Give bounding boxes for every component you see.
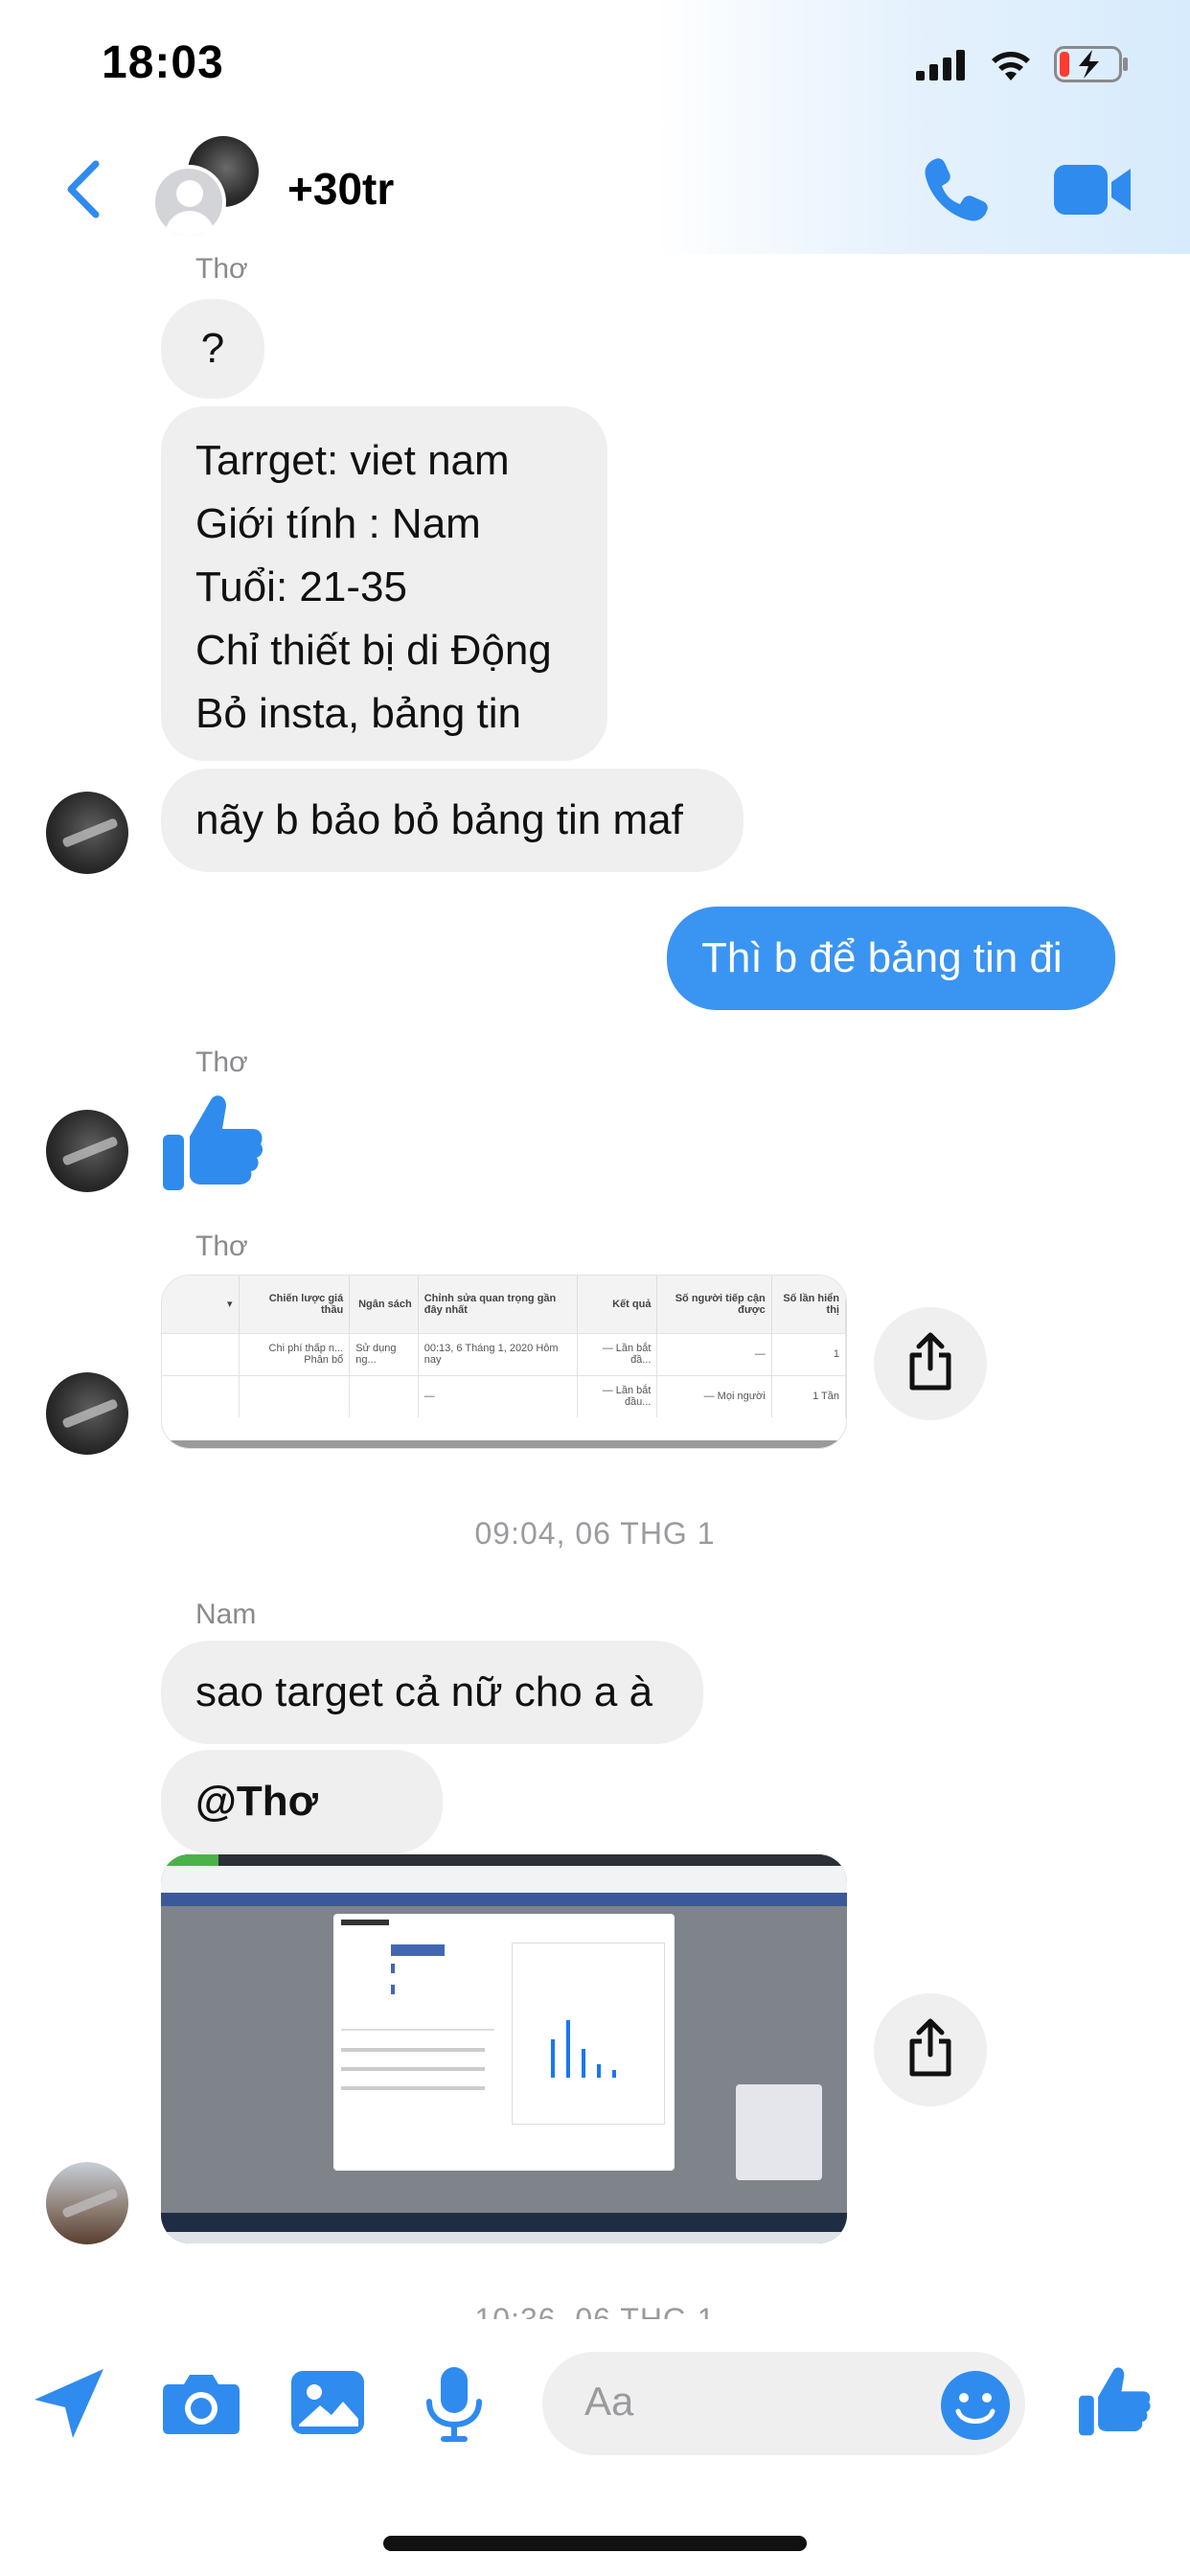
- bar: [566, 2020, 570, 2078]
- table-cell: [349, 1374, 419, 1417]
- sender-name: Thơ: [195, 1046, 248, 1078]
- cellular-signal-icon: [916, 50, 965, 80]
- message-bubble[interactable]: Tarrget: viet nam Giới tính : Nam Tuổi: …: [161, 406, 607, 761]
- share-button[interactable]: [874, 1993, 987, 2106]
- emoji-icon[interactable]: [939, 2369, 1012, 2442]
- camera-icon[interactable]: [161, 2363, 241, 2444]
- browser-tabs: [161, 1854, 847, 1866]
- image-edge: [162, 1440, 846, 1448]
- timestamp: 09:04, 06 THG 1: [474, 1516, 716, 1551]
- active-tab: [161, 1854, 218, 1866]
- bar: [391, 1944, 445, 1956]
- results-dialog: [333, 1914, 675, 2171]
- thumbs-up-icon[interactable]: [163, 1089, 264, 1192]
- text-line: [341, 2086, 485, 2090]
- own-message-bubble[interactable]: Thì b để bảng tin đi: [667, 907, 1115, 1010]
- message-bubble[interactable]: ?: [161, 299, 264, 399]
- table-header: Chiến lược giá thầu: [239, 1276, 351, 1333]
- sender-avatar[interactable]: [46, 1110, 128, 1192]
- sender-avatar[interactable]: [46, 2162, 128, 2244]
- table-header: Kết quả: [577, 1276, 658, 1333]
- text-line: [341, 2067, 485, 2071]
- home-indicator: [383, 2536, 807, 2551]
- photo-gallery-icon[interactable]: [287, 2363, 368, 2444]
- sender-name: Nam: [195, 1598, 257, 1630]
- share-icon: [909, 1332, 951, 1391]
- back-chevron-icon[interactable]: [59, 158, 107, 220]
- table-cell: [162, 1332, 240, 1375]
- table-cell: —: [656, 1332, 772, 1375]
- share-icon: [909, 2018, 951, 2077]
- table-cell: —: [418, 1374, 579, 1417]
- divider: [341, 2029, 494, 2031]
- sender-name: Thơ: [195, 1230, 248, 1262]
- text-line: [341, 2048, 485, 2052]
- share-button[interactable]: [874, 1307, 987, 1420]
- location-arrow-icon[interactable]: [29, 2363, 109, 2444]
- sender-name: Thơ: [195, 253, 248, 285]
- member-avatar-placeholder: [151, 165, 226, 240]
- message-bubble[interactable]: nãy b bảo bỏ bảng tin maf: [161, 769, 744, 872]
- audience-panel: [512, 1943, 665, 2125]
- table-header: Chỉnh sửa quan trọng gần đây nhất: [418, 1276, 579, 1333]
- table-cell: [239, 1374, 351, 1417]
- ads-table-preview: ▾ Chiến lược giá thầu Ngân sách Chỉnh sử…: [162, 1276, 846, 1417]
- bar: [391, 1964, 395, 1973]
- wifi-icon: [992, 52, 1030, 80]
- dialog-title: [341, 1920, 389, 1925]
- message-line: Tarrget: viet nam: [195, 437, 510, 484]
- table-cell: — Mọi người: [656, 1374, 772, 1417]
- conversation-title[interactable]: +30tr: [287, 163, 394, 215]
- chat-popup: [736, 2084, 822, 2180]
- facebook-bar: [161, 1893, 847, 1906]
- windows-taskbar: [161, 2213, 847, 2232]
- download-bar: [161, 2232, 847, 2243]
- phone-call-icon[interactable]: [918, 153, 991, 226]
- table-header: Số người tiếp cận được: [656, 1276, 772, 1333]
- microphone-icon[interactable]: [414, 2363, 494, 2444]
- bar: [597, 2064, 601, 2078]
- table-cell: 1: [771, 1332, 846, 1375]
- browser-toolbar: [161, 1866, 847, 1893]
- status-time: 18:03: [102, 37, 224, 88]
- bar: [391, 1985, 395, 1994]
- table-cell: 1 Tần: [771, 1374, 846, 1417]
- group-avatar[interactable]: [151, 136, 266, 242]
- table-cell: — Lần bắt đầ...: [577, 1332, 658, 1375]
- message-bubble[interactable]: sao target cả nữ cho a à: [161, 1641, 703, 1744]
- table-cell: — Lần bắt đầu...: [577, 1374, 658, 1417]
- image-attachment[interactable]: ▾ Chiến lược giá thầu Ngân sách Chỉnh sử…: [161, 1275, 847, 1449]
- message-input-placeholder: Aa: [584, 2379, 634, 2424]
- message-line: Bỏ insta, bảng tin: [195, 690, 522, 737]
- table-cell: Chi phí thấp n... Phân bổ: [239, 1332, 351, 1375]
- mention-bubble[interactable]: @Thơ Cáp: [161, 1750, 443, 1928]
- bar: [582, 2049, 585, 2078]
- bar: [612, 2070, 616, 2078]
- sender-avatar[interactable]: [46, 792, 128, 874]
- table-header: Số lần hiển thị: [771, 1276, 846, 1333]
- table-cell: [162, 1374, 240, 1417]
- message-line: Tuổi: 21-35: [195, 564, 407, 610]
- table-cell: 00:13, 6 Tháng 1, 2020 Hôm nay: [418, 1332, 579, 1375]
- thumbs-up-send-icon[interactable]: [1079, 2361, 1152, 2438]
- message-line: Giới tính : Nam: [195, 500, 481, 547]
- battery-charging-icon: [1054, 46, 1128, 82]
- table-cell: Sử dụng ng...: [349, 1332, 419, 1375]
- table-header: ▾: [162, 1276, 240, 1333]
- video-call-icon[interactable]: [1054, 161, 1133, 218]
- table-header: Ngân sách: [349, 1276, 419, 1333]
- bar: [551, 2039, 555, 2078]
- sender-avatar[interactable]: [46, 1372, 128, 1455]
- image-attachment[interactable]: [161, 1854, 847, 2243]
- message-line: Chỉ thiết bị di Động: [195, 627, 552, 674]
